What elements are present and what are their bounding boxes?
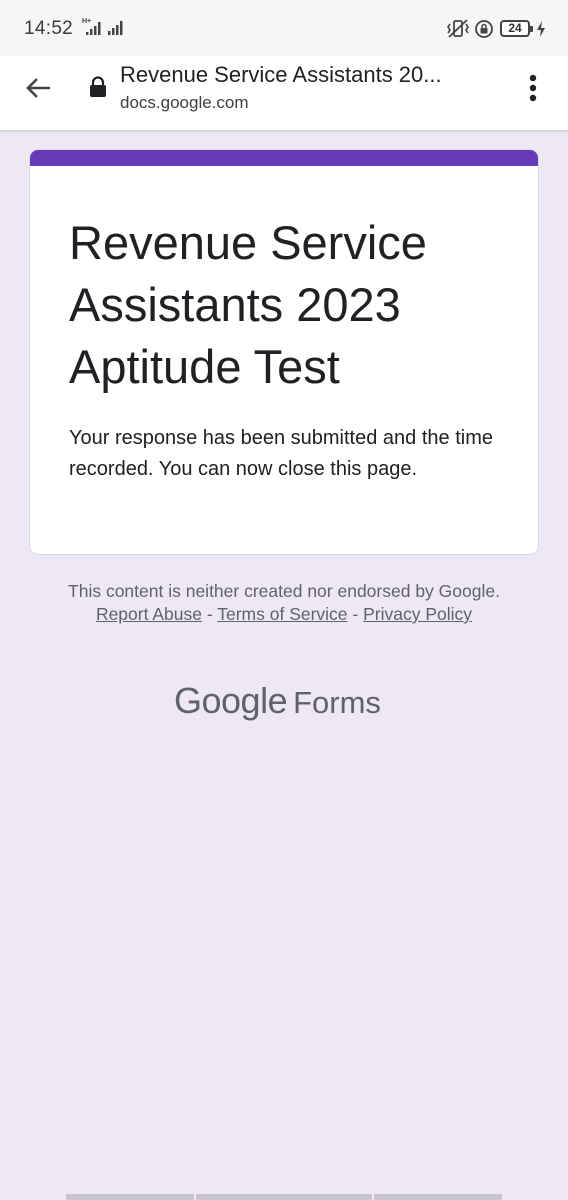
back-arrow-icon xyxy=(26,78,50,98)
terms-of-service-link[interactable]: Terms of Service xyxy=(217,604,347,624)
confirmation-card: Revenue Service Assistants 2023 Aptitude… xyxy=(29,149,539,555)
more-vert-icon xyxy=(529,74,537,102)
browser-toolbar: Revenue Service Assistants 20... docs.go… xyxy=(0,56,568,131)
more-options-button[interactable] xyxy=(518,68,548,108)
charging-icon xyxy=(537,21,545,37)
toolbar-page-title[interactable]: Revenue Service Assistants 20... xyxy=(120,62,500,88)
report-abuse-link[interactable]: Report Abuse xyxy=(96,604,202,624)
lock-icon[interactable] xyxy=(88,76,108,98)
bottom-handle-right xyxy=(374,1194,502,1200)
bottom-handle-left xyxy=(66,1194,194,1200)
status-time: 14:52 xyxy=(24,18,74,39)
toolbar-url[interactable]: docs.google.com xyxy=(120,93,249,113)
logo-forms-text: Forms xyxy=(293,685,381,720)
status-bar: 14:52 H+ 24 xyxy=(0,0,568,56)
google-forms-logo[interactable]: Google Forms xyxy=(174,680,394,726)
disclaimer-text: This content is neither created nor endo… xyxy=(68,581,500,601)
form-title: Revenue Service Assistants 2023 Aptitude… xyxy=(69,216,427,393)
logo-google-text: Google xyxy=(174,680,288,721)
signal-strength-icon xyxy=(86,21,123,35)
back-button[interactable] xyxy=(18,68,58,108)
bottom-handle-center xyxy=(196,1194,372,1200)
footer-disclaimer: This content is neither created nor endo… xyxy=(60,580,508,626)
status-right: 24 xyxy=(446,18,546,40)
privacy-policy-link[interactable]: Privacy Policy xyxy=(363,604,472,624)
vibrate-icon xyxy=(447,19,469,38)
rotation-lock-icon xyxy=(475,20,493,38)
card-accent-bar xyxy=(30,150,538,166)
battery-indicator: 24 xyxy=(500,20,533,37)
confirmation-message: Your response has been submitted and the… xyxy=(69,427,493,480)
separator: - xyxy=(352,604,359,624)
separator: - xyxy=(206,604,213,624)
